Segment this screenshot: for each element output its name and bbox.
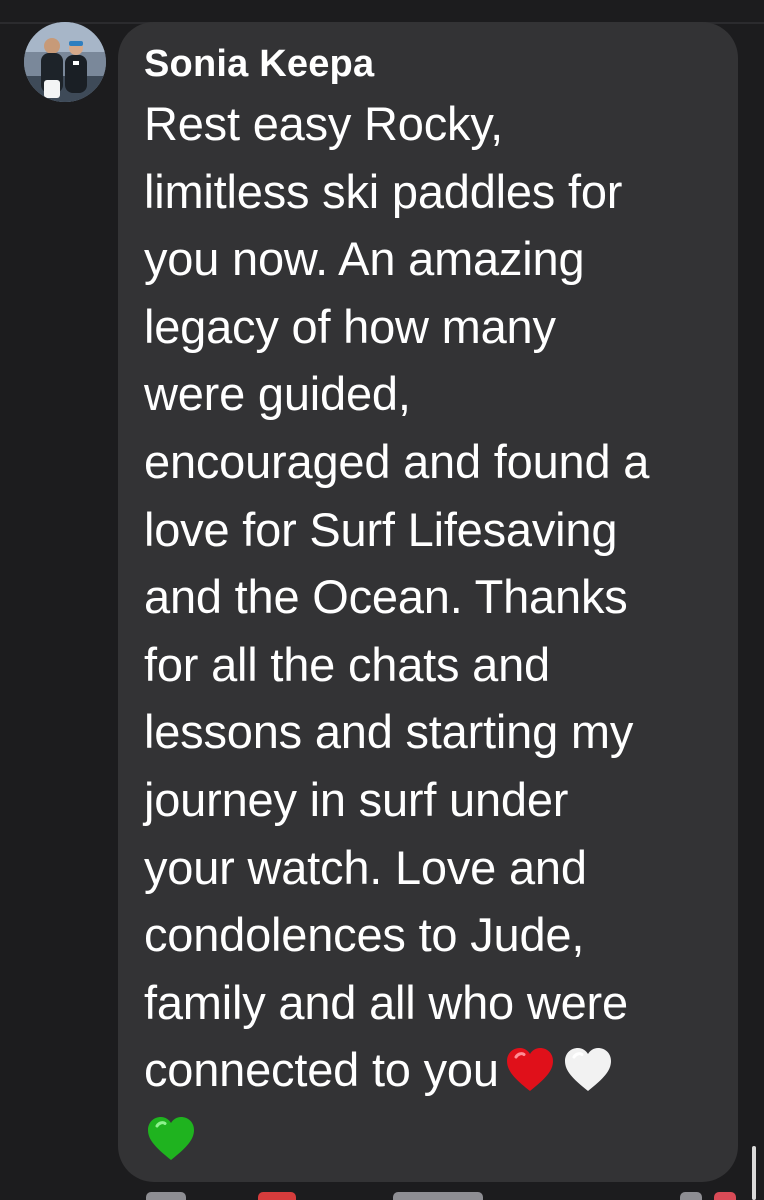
reaction-icon-fragment xyxy=(714,1192,736,1200)
comment-time-fragment xyxy=(146,1192,186,1200)
comment-body: Rest easy Rocky, limitless ski paddles f… xyxy=(144,90,718,1200)
comment-author[interactable]: Sonia Keepa xyxy=(144,40,718,88)
emoji-row xyxy=(144,1106,718,1164)
comment-text: Rest easy Rocky, limitless ski paddles f… xyxy=(144,97,650,1097)
reaction-count-fragment xyxy=(680,1192,702,1200)
reply-action-fragment[interactable] xyxy=(393,1192,483,1200)
white-heart-icon xyxy=(561,1043,615,1097)
red-heart-icon xyxy=(503,1043,557,1097)
comment-bubble: Sonia Keepa Rest easy Rocky, limitless s… xyxy=(118,22,738,1182)
green-heart-icon xyxy=(144,1112,198,1166)
avatar-photo xyxy=(24,22,106,102)
comment-actions-row xyxy=(118,1188,738,1200)
like-action-fragment[interactable] xyxy=(258,1192,296,1200)
scrollbar[interactable] xyxy=(752,1146,756,1200)
avatar[interactable] xyxy=(24,22,106,102)
